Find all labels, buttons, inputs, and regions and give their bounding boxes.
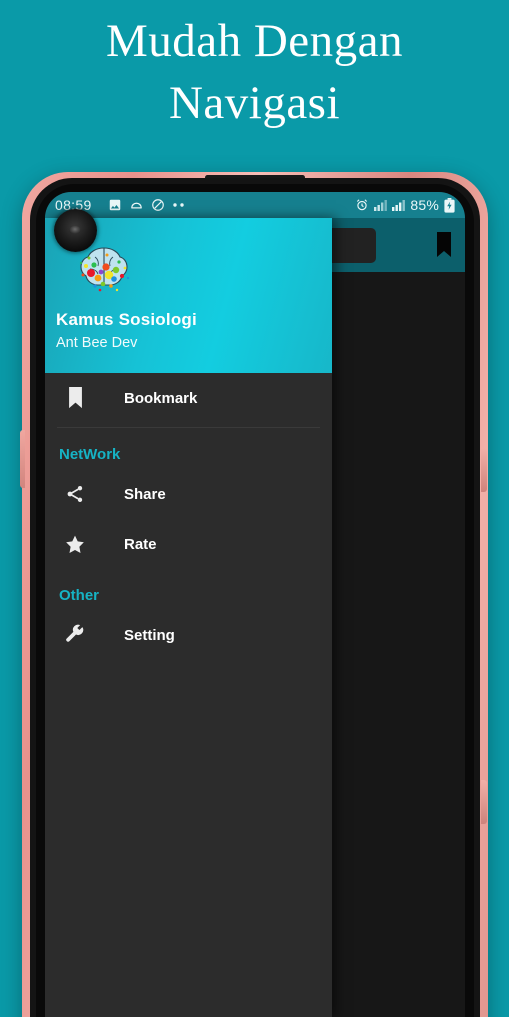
drawer-item-label: Rate (124, 535, 157, 553)
wrench-icon (59, 624, 91, 646)
shield-off-icon (151, 198, 165, 212)
cloud-icon (129, 198, 144, 212)
brain-logo-icon (73, 243, 135, 299)
promo-headline-line-1: Mudah Dengan (105, 15, 404, 67)
promo-headline: Mudah Dengan Navigasi (0, 10, 509, 134)
drawer-item-share[interactable]: Share (45, 469, 332, 519)
status-bar-right: 85% (355, 197, 455, 213)
drawer-item-bookmark[interactable]: Bookmark (45, 373, 332, 423)
status-bar: 08:59 85% (45, 192, 465, 218)
navigation-drawer: Kamus Sosiologi Ant Bee Dev Bookmark Net… (45, 218, 332, 1017)
drawer-menu-list: Bookmark NetWork Share Rate Other Settin… (45, 373, 332, 660)
promo-screenshot: Mudah Dengan Navigasi 08:59 85% Kamus So… (0, 0, 509, 1017)
side-button-left[interactable] (20, 430, 25, 488)
drawer-section-network: NetWork (59, 446, 121, 463)
phone-screen: 08:59 85% Kamus Sosiologi Ant Bee Dev Bo… (45, 192, 465, 1017)
app-developer-name: Ant Bee Dev (56, 335, 138, 351)
photo-icon (108, 198, 122, 212)
volume-button[interactable] (481, 448, 487, 492)
share-icon (59, 484, 91, 504)
bookmark-icon (59, 387, 91, 409)
drawer-item-label: Setting (124, 626, 175, 644)
battery-charging-icon (444, 197, 455, 213)
drawer-item-setting[interactable]: Setting (45, 610, 332, 660)
alarm-icon (355, 198, 369, 212)
battery-percent-label: 85% (410, 197, 439, 213)
more-dots-icon (172, 202, 186, 208)
signal-1-icon (374, 199, 388, 211)
star-icon (59, 534, 91, 555)
app-title: Kamus Sosiologi (56, 310, 197, 329)
signal-2-icon (392, 199, 406, 211)
drawer-item-rate[interactable]: Rate (45, 519, 332, 569)
bookmark-icon[interactable] (435, 232, 453, 258)
drawer-item-label: Bookmark (124, 389, 198, 407)
drawer-item-label: Share (124, 485, 166, 503)
promo-headline-line-2: Navigasi (168, 77, 341, 130)
drawer-section-other: Other (59, 587, 100, 604)
power-button[interactable] (481, 780, 487, 824)
punch-hole-camera (54, 209, 97, 252)
